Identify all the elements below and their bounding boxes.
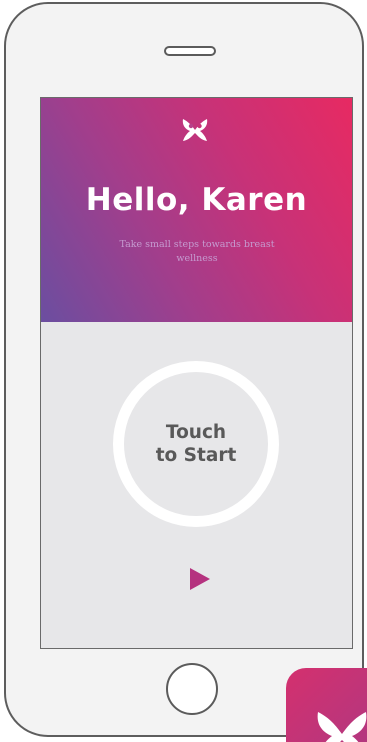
touch-to-start-button[interactable]: Touch to Start <box>113 361 279 527</box>
phone-speaker <box>164 46 216 56</box>
bow-logo-icon <box>317 712 367 742</box>
hero-banner: Hello, Karen Take small steps towards br… <box>41 98 352 322</box>
mockup-stage: Hello, Karen Take small steps towards br… <box>0 0 367 742</box>
corner-app-badge <box>286 668 367 742</box>
touch-to-start-label: Touch to Start <box>155 422 237 466</box>
home-button[interactable] <box>166 663 218 715</box>
play-icon[interactable] <box>190 568 210 590</box>
phone-frame: Hello, Karen Take small steps towards br… <box>4 2 364 737</box>
bow-logo-icon <box>182 119 208 141</box>
tagline-text: Take small steps towards breast wellness <box>119 239 275 264</box>
app-screen: Hello, Karen Take small steps towards br… <box>40 97 353 649</box>
greeting-title: Hello, Karen <box>85 182 308 218</box>
